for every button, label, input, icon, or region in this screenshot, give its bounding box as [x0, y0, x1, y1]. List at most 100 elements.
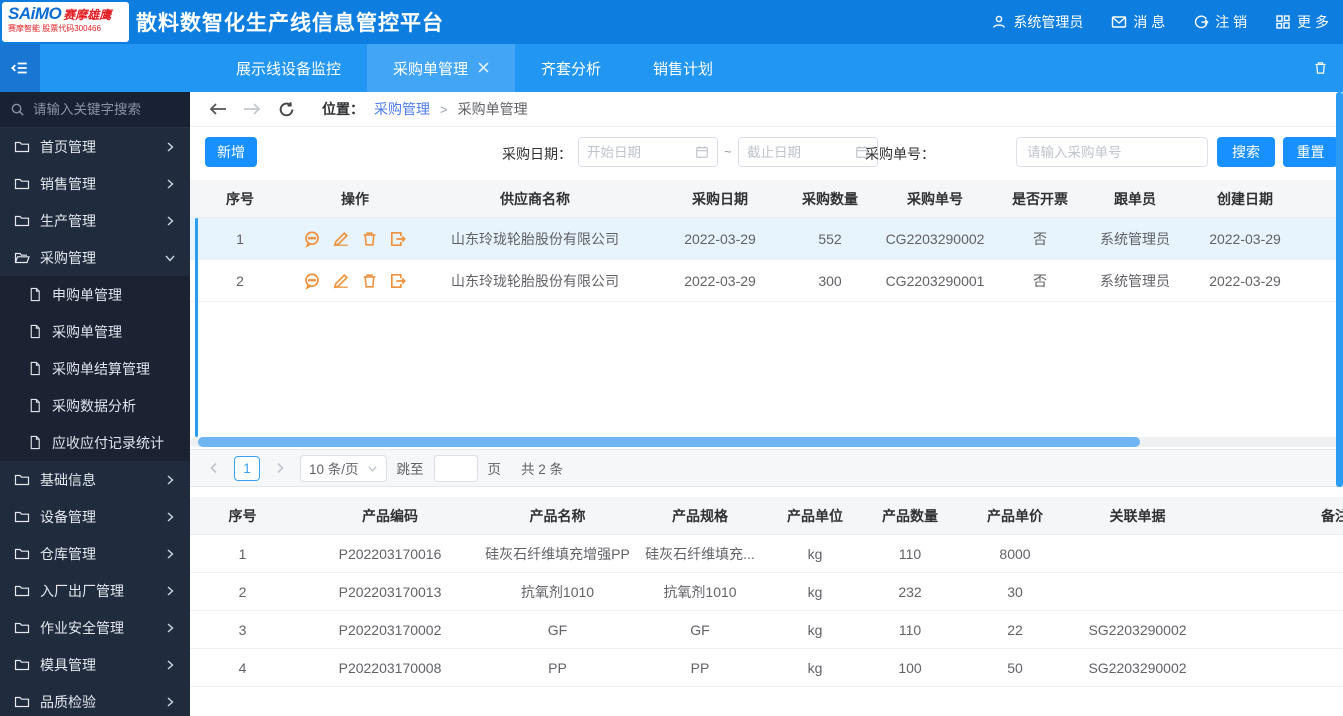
sidebar-item-purchasing[interactable]: 采购管理	[0, 239, 190, 276]
cell-product-code: P202203170008	[338, 659, 442, 676]
delete-icon[interactable]	[361, 272, 378, 290]
sidebar-item-requisition-management[interactable]: 申购单管理	[0, 276, 190, 313]
sidebar-item-label: 作业安全管理	[40, 619, 124, 636]
refresh-button[interactable]	[274, 97, 298, 121]
cell-index: 2	[236, 272, 244, 289]
cell-quantity: 300	[818, 272, 842, 289]
export-icon[interactable]	[389, 230, 407, 248]
column-header: 产品名称	[529, 507, 586, 524]
cell-purchase-date: 2022-03-29	[684, 230, 756, 247]
company-logo: SAiMO 赛摩雄鹰 赛摩智能 股票代码300466	[2, 2, 129, 42]
start-date-input[interactable]	[587, 144, 689, 160]
comment-icon[interactable]	[303, 272, 321, 290]
prev-page-button[interactable]	[204, 456, 224, 480]
page-size-select[interactable]: 10 条/页	[300, 454, 387, 482]
tab-label: 齐套分析	[541, 60, 602, 78]
cell-product-name: 硅灰石纤维填充增强PP	[485, 545, 630, 562]
column-header: 备注	[1321, 507, 1343, 524]
current-user[interactable]: 系统管理员	[991, 12, 1083, 32]
reset-button[interactable]: 重置	[1283, 137, 1338, 167]
sidebar-item-receivable-payable-records[interactable]: 应收应付记录统计	[0, 424, 190, 461]
logout-button[interactable]: 注 销	[1193, 12, 1247, 32]
vertical-scrollbar-thumb[interactable]	[1336, 92, 1343, 487]
sidebar-item-sales[interactable]: 销售管理	[0, 165, 190, 202]
end-date-field[interactable]	[738, 137, 878, 167]
sidebar-item-purchase-data-analysis[interactable]: 采购数据分析	[0, 387, 190, 424]
table-row[interactable]: 1 山东玲珑轮胎股份有限公司 2022-03-29 552 CG22032900…	[190, 218, 1343, 260]
next-page-button[interactable]	[270, 456, 290, 480]
breadcrumb-parent-link[interactable]: 采购管理	[374, 99, 430, 119]
messages-label: 消 息	[1133, 14, 1166, 30]
cell-index: 3	[238, 621, 247, 638]
end-date-input[interactable]	[747, 144, 849, 160]
sidebar-item-label: 设备管理	[40, 508, 96, 525]
sidebar-search-input[interactable]	[33, 102, 173, 117]
comment-icon[interactable]	[303, 230, 321, 248]
filter-row: 新增 采购日期： ~ 采购单号： 搜索 重置	[190, 127, 1343, 177]
search-button[interactable]: 搜索	[1217, 137, 1275, 167]
cell-created-date: 2022-03-29	[1209, 230, 1281, 247]
sidebar-item-entry-exit[interactable]: 入厂出厂管理	[0, 572, 190, 609]
chevron-down-icon	[367, 465, 377, 472]
sidebar-item-equipment[interactable]: 设备管理	[0, 498, 190, 535]
tab-label: 展示线设备监控	[236, 60, 342, 78]
table-row[interactable]: 4 P202203170008 PP PP kg 100 50 SG220329…	[190, 649, 1343, 687]
tab-purchase-order-management[interactable]: 采购单管理	[367, 44, 516, 92]
folder-icon	[14, 511, 30, 523]
logout-label: 注 销	[1215, 14, 1248, 30]
table-row[interactable]: 2 P202203170013 抗氧剂1010 抗氧剂1010 kg 232 3…	[190, 573, 1343, 611]
add-button[interactable]: 新增	[205, 137, 257, 167]
horizontal-scrollbar-thumb[interactable]	[198, 437, 1140, 447]
sidebar-search[interactable]	[0, 92, 190, 128]
forward-button[interactable]	[240, 97, 264, 121]
sidebar-item-purchase-settlement-management[interactable]: 采购单结算管理	[0, 350, 190, 387]
sidebar-item-quality-inspection[interactable]: 品质检验	[0, 683, 190, 716]
sidebar-item-label: 采购单结算管理	[52, 360, 150, 377]
cell-product-price: 50	[1007, 659, 1023, 676]
edit-icon[interactable]	[332, 272, 350, 290]
chevron-right-icon	[167, 622, 174, 633]
chevron-right-icon	[167, 511, 174, 522]
delete-icon[interactable]	[361, 230, 378, 248]
file-icon	[30, 361, 40, 376]
column-header: 产品编码	[362, 507, 418, 524]
sidebar-item-basic-info[interactable]: 基础信息	[0, 461, 190, 498]
tab-label: 采购单管理	[393, 60, 469, 78]
start-date-field[interactable]	[578, 137, 718, 167]
clear-tabs-button[interactable]	[1303, 44, 1337, 92]
messages-button[interactable]: 消 息	[1111, 12, 1165, 32]
sidebar-item-purchase-order-management[interactable]: 采购单管理	[0, 313, 190, 350]
chevron-right-icon	[167, 548, 174, 559]
back-button[interactable]	[206, 97, 230, 121]
cell-agent: 系统管理员	[1100, 272, 1170, 289]
tab-sales-plan[interactable]: 销售计划	[627, 44, 739, 92]
horizontal-scrollbar-track[interactable]	[190, 437, 1343, 447]
cell-invoiced: 否	[1033, 230, 1047, 247]
page-size-value: 10 条/页	[309, 462, 359, 477]
sidebar-item-label: 采购单管理	[52, 323, 122, 340]
sidebar-item-work-safety[interactable]: 作业安全管理	[0, 609, 190, 646]
sidebar-item-mold[interactable]: 模具管理	[0, 646, 190, 683]
jump-page-input[interactable]	[433, 454, 478, 482]
more-button[interactable]: 更 多	[1275, 12, 1329, 32]
tab-bar: 展示线设备监控 采购单管理 齐套分析 销售计划	[0, 44, 1343, 92]
sidebar-item-warehouse[interactable]: 仓库管理	[0, 535, 190, 572]
order-no-input[interactable]	[1016, 137, 1208, 167]
column-header: 序号	[226, 190, 254, 207]
current-page-button[interactable]: 1	[234, 455, 260, 481]
edit-icon[interactable]	[332, 230, 350, 248]
table-row[interactable]: 1 P202203170016 硅灰石纤维填充增强PP 硅灰石纤维填充... k…	[190, 535, 1343, 573]
export-icon[interactable]	[389, 272, 407, 290]
tab-close-button[interactable]	[478, 60, 489, 77]
tab-display-line-monitor[interactable]: 展示线设备监控	[210, 44, 367, 92]
sidebar-item-production[interactable]: 生产管理	[0, 202, 190, 239]
orders-table-header: 序号 操作 供应商名称 采购日期 采购数量 采购单号 是否开票 跟单员 创建日期	[190, 180, 1343, 218]
table-scrollbar-vertical[interactable]	[195, 218, 198, 437]
table-row[interactable]: 2 山东玲珑轮胎股份有限公司 2022-03-29 300 CG22032900…	[190, 260, 1343, 302]
sidebar-item-homepage[interactable]: 首页管理	[0, 128, 190, 165]
collapse-sidebar-button[interactable]	[0, 44, 40, 92]
cell-index: 2	[238, 583, 247, 600]
open-tabs: 展示线设备监控 采购单管理 齐套分析 销售计划	[210, 44, 739, 92]
table-row[interactable]: 3 P202203170002 GF GF kg 110 22 SG220329…	[190, 611, 1343, 649]
tab-kitting-analysis[interactable]: 齐套分析	[515, 44, 627, 92]
